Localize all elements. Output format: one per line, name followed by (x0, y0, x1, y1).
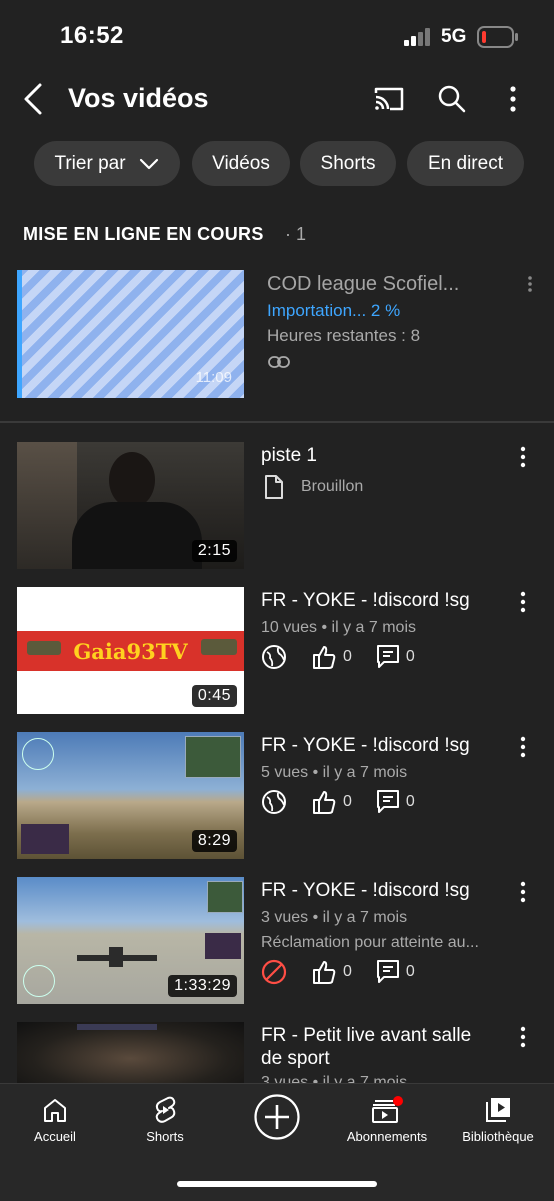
chip-shorts-label: Shorts (320, 152, 376, 174)
upload-section-title: MISE EN LIGNE EN COURS (23, 224, 264, 244)
video-draft-status: Brouillon (301, 478, 364, 495)
like-icon (313, 646, 336, 669)
video-more-icon[interactable] (514, 881, 532, 903)
video-thumbnail[interactable] (17, 1022, 244, 1083)
upload-title[interactable]: COD league Scofiel... (267, 273, 459, 296)
copyright-claim-text[interactable]: Réclamation pour atteinte au... (261, 934, 479, 952)
video-more-icon[interactable] (514, 591, 532, 613)
video-more-icon[interactable] (514, 1026, 532, 1048)
comment-count: 0 (405, 963, 415, 980)
status-time: 16:52 (60, 22, 124, 49)
chip-live-label: En direct (428, 152, 503, 174)
like-count: 0 (343, 963, 352, 980)
upload-section-count: · 1 (285, 224, 307, 244)
comment-icon (376, 790, 399, 813)
globe-icon (262, 790, 286, 814)
video-meta: 3 vues • il y a 7 mois (261, 909, 408, 926)
create-plus-icon (254, 1094, 300, 1140)
video-thumbnail[interactable]: Gaia93TV 0:45 (17, 587, 244, 714)
like-icon (313, 961, 336, 984)
search-icon[interactable] (437, 84, 467, 114)
nav-home-label: Accueil (34, 1129, 76, 1144)
comment-count: 0 (405, 648, 415, 665)
chip-shorts[interactable]: Shorts (300, 141, 396, 186)
more-vertical-icon[interactable] (504, 85, 522, 113)
nav-shorts-label: Shorts (146, 1129, 184, 1144)
network-type: 5G (441, 26, 467, 47)
comment-count: 0 (405, 793, 415, 810)
video-title[interactable]: piste 1 (261, 445, 317, 467)
video-meta: 3 vues • il y a 7 mois (261, 1074, 408, 1083)
home-icon (44, 1099, 66, 1122)
chevron-down-icon (139, 158, 158, 169)
globe-icon (262, 645, 286, 669)
comment-icon (376, 645, 399, 668)
like-count: 0 (343, 648, 352, 665)
library-icon (486, 1098, 510, 1122)
home-indicator (177, 1181, 377, 1187)
video-duration: 0:45 (191, 685, 237, 707)
upload-duration: 11:09 (195, 369, 232, 386)
battery-icon (477, 26, 518, 48)
draft-document-icon (265, 475, 283, 499)
back-arrow-icon[interactable] (20, 82, 46, 116)
video-stats-row: 0 0 (261, 644, 439, 670)
tank-icon (201, 639, 237, 655)
video-stats-row: 0 0 (261, 789, 439, 815)
nav-library-label: Bibliothèque (462, 1129, 534, 1144)
video-thumbnail[interactable]: 2:15 (17, 442, 244, 569)
video-thumbnail[interactable]: 8:29 (17, 732, 244, 859)
page-title: Vos vidéos (68, 83, 209, 113)
video-stats-row: 0 0 (261, 959, 439, 985)
link-icon (268, 356, 290, 368)
subscriptions-icon (372, 1096, 403, 1123)
like-count: 0 (343, 793, 352, 810)
upload-progress-text: Importation... 2 % (267, 301, 401, 320)
video-more-icon[interactable] (514, 736, 532, 758)
sort-chip[interactable]: Trier par (34, 141, 180, 186)
video-thumbnail[interactable]: 1:33:29 (17, 877, 244, 1004)
cast-icon[interactable] (373, 86, 405, 112)
like-icon (313, 791, 336, 814)
video-more-icon[interactable] (514, 446, 532, 468)
video-duration: 1:33:29 (168, 975, 237, 997)
upload-remaining: Heures restantes : 8 (267, 326, 421, 345)
signal-icon (404, 28, 430, 46)
thumbnail-banner-text: Gaia93TV (73, 638, 188, 664)
video-title[interactable]: FR - YOKE - !discord !sg (261, 735, 470, 757)
chip-videos[interactable]: Vidéos (192, 141, 290, 186)
upload-more-icon[interactable] (522, 275, 538, 297)
upload-progress-fill (17, 270, 22, 398)
chip-live[interactable]: En direct (407, 141, 524, 186)
video-title-line2: de sport (261, 1048, 330, 1069)
video-meta: 10 vues • il y a 7 mois (261, 619, 416, 636)
video-title[interactable]: FR - YOKE - !discord !sg (261, 880, 470, 902)
shorts-icon (155, 1096, 176, 1123)
tank-icon (27, 641, 61, 655)
video-title[interactable]: FR - YOKE - !discord !sg (261, 590, 470, 612)
comment-icon (376, 960, 399, 983)
video-title[interactable]: FR - Petit live avant salle (261, 1025, 471, 1047)
sort-chip-label: Trier par (54, 152, 126, 174)
video-duration: 8:29 (191, 830, 237, 852)
video-meta: 5 vues • il y a 7 mois (261, 764, 408, 781)
upload-thumbnail[interactable]: 11:09 (17, 270, 244, 398)
blocked-icon (261, 959, 287, 985)
section-divider (0, 421, 554, 423)
chip-videos-label: Vidéos (212, 152, 270, 174)
video-duration: 2:15 (191, 540, 237, 562)
nav-subscriptions-label: Abonnements (346, 1129, 428, 1144)
